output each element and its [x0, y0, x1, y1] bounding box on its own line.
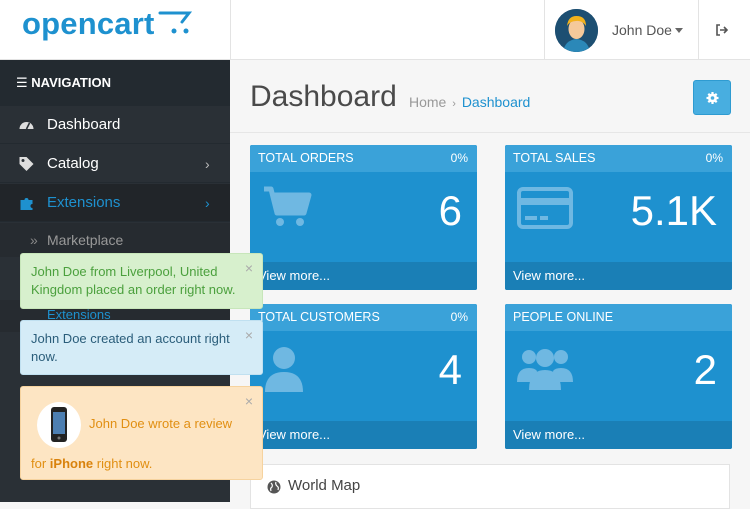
view-more-link[interactable]: View more... [250, 421, 477, 449]
tile-total-customers: TOTAL CUSTOMERS 0% 4 View more... [250, 304, 477, 449]
header-divider [544, 0, 545, 60]
notification-text: John Doe wrote a review [89, 416, 233, 431]
navigation-heading[interactable]: ☰ NAVIGATION [0, 60, 230, 106]
main-content: Dashboard Home › Dashboard TOTAL ORDERS 0… [230, 60, 750, 509]
title-divider [230, 132, 750, 133]
globe-icon [267, 480, 281, 494]
sidebar-subitem-marketplace[interactable]: » Marketplace [0, 223, 230, 257]
breadcrumb-home[interactable]: Home [409, 94, 446, 110]
product-thumbnail [37, 402, 81, 448]
chevron-right-icon: › [205, 156, 210, 172]
view-more-link[interactable]: View more... [505, 421, 732, 449]
chevron-right-icon: › [205, 195, 210, 211]
close-icon[interactable]: × [245, 326, 253, 344]
breadcrumb: Home › Dashboard [409, 94, 530, 110]
logout-icon[interactable] [714, 22, 730, 38]
avatar[interactable] [555, 9, 598, 52]
users-icon [517, 349, 573, 390]
puzzle-icon [20, 198, 33, 210]
page-title: Dashboard [250, 80, 397, 113]
top-header: opencart John Doe [0, 0, 750, 60]
tile-total-sales: TOTAL SALES 0% 5.1K View more... [505, 145, 732, 290]
menu-icon: ☰ [16, 75, 32, 90]
header-divider [698, 0, 699, 60]
world-map-panel: World Map [250, 464, 730, 509]
caret-down-icon[interactable] [675, 28, 683, 33]
tile-title: TOTAL SALES 0% [505, 145, 732, 172]
tile-percent: 0% [705, 151, 723, 165]
credit-card-icon [517, 187, 573, 229]
tile-title: TOTAL ORDERS 0% [250, 145, 477, 172]
double-chevron-icon: » [30, 232, 38, 248]
shopping-cart-icon [264, 186, 312, 226]
tile-value: 6 [438, 187, 462, 234]
header-divider [230, 0, 231, 60]
tile-title: TOTAL CUSTOMERS 0% [250, 304, 477, 331]
cart-logo-icon [158, 11, 193, 34]
view-more-link[interactable]: View more... [250, 262, 477, 290]
tile-value: 4 [438, 346, 462, 393]
sidebar-item-dashboard[interactable]: Dashboard [0, 106, 230, 144]
tag-icon [19, 157, 34, 171]
dashboard-icon [19, 122, 34, 130]
opencart-logo[interactable]: opencart [22, 6, 155, 42]
breadcrumb-separator: › [452, 98, 456, 110]
tile-people-online: PEOPLE ONLINE 2 View more... [505, 304, 732, 449]
review-notification: John Doe wrote a review for iPhone right… [20, 386, 263, 480]
notification-text: John Doe created an account right now. [31, 331, 230, 364]
iphone-icon [51, 407, 67, 442]
tile-total-orders: TOTAL ORDERS 0% 6 View more... [250, 145, 477, 290]
tile-title: PEOPLE ONLINE [505, 304, 732, 331]
sidebar-item-label: Catalog [47, 155, 99, 172]
world-map-title: World Map [288, 477, 361, 494]
notification-text: John Doe from Liverpool, United Kingdom … [31, 264, 236, 297]
sidebar-item-label: Extensions [47, 194, 121, 211]
close-icon[interactable]: × [245, 392, 253, 410]
account-notification: John Doe created an account right now. × [20, 320, 263, 375]
tile-value: 2 [693, 346, 717, 393]
sidebar-item-extensions[interactable]: Extensions › [0, 184, 230, 222]
notification-text-secondary: for iPhone right now. [31, 456, 153, 471]
sidebar-item-catalog[interactable]: Catalog › [0, 145, 230, 183]
gear-icon [706, 92, 719, 104]
settings-button[interactable] [693, 80, 731, 115]
breadcrumb-dashboard[interactable]: Dashboard [462, 94, 531, 110]
sidebar-subitem-label: Marketplace [47, 232, 124, 248]
close-icon[interactable]: × [245, 259, 253, 277]
tile-value: 5.1K [630, 187, 717, 234]
view-more-link[interactable]: View more... [505, 262, 732, 290]
sidebar-item-label: Dashboard [47, 116, 121, 133]
tile-percent: 0% [450, 151, 468, 165]
user-name[interactable]: John Doe [612, 22, 672, 38]
user-icon [265, 347, 303, 392]
product-link[interactable]: iPhone [50, 456, 93, 471]
tile-percent: 0% [450, 310, 468, 324]
order-notification: John Doe from Liverpool, United Kingdom … [20, 253, 263, 309]
